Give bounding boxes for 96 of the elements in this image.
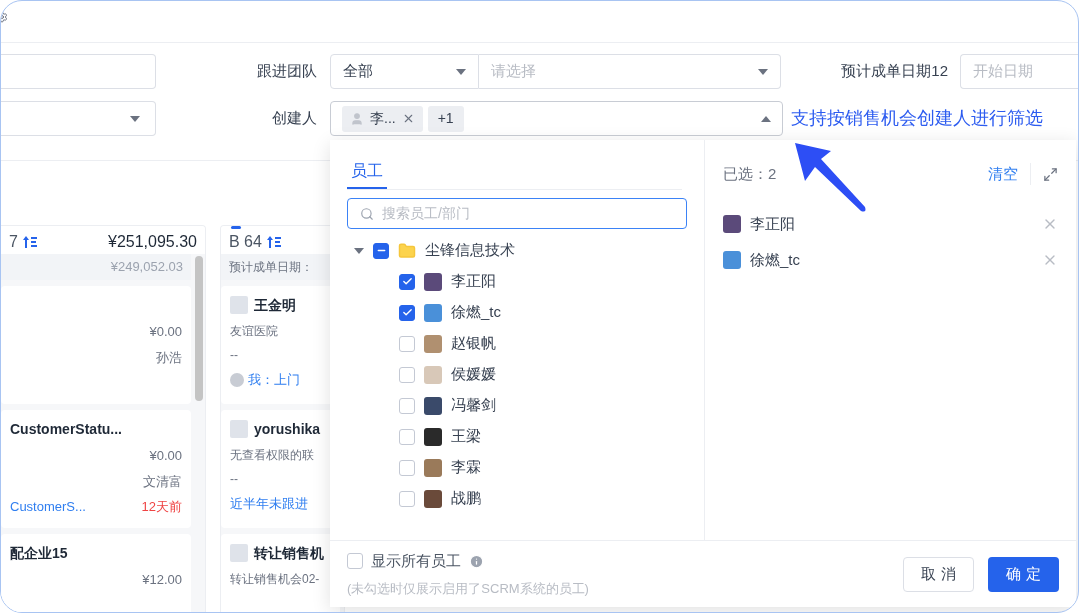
check-icon xyxy=(401,276,413,287)
tree-item[interactable]: 李霖 xyxy=(347,452,687,483)
card-title: CustomerStatu... xyxy=(10,419,122,439)
card-title: 转让销售机 xyxy=(254,543,324,563)
option-label[interactable]: 显示所有员工 xyxy=(371,550,461,573)
card-text: ¥0.00 xyxy=(149,447,182,465)
checkbox[interactable] xyxy=(399,335,415,352)
checkbox[interactable] xyxy=(399,366,415,383)
selected-tag[interactable]: 李... xyxy=(342,105,423,132)
deal-card[interactable]: 转让销售机 转让销售机会02- xyxy=(221,534,340,612)
column-title: B 64 xyxy=(229,232,262,252)
summary-text: ¥249,052.03 xyxy=(110,258,183,277)
selected-name: 李正阳 xyxy=(750,213,795,234)
deal-card[interactable]: 配企业15 ¥12.00 xyxy=(1,534,191,612)
deal-card[interactable]: CustomerStatu... ¥0.00 文清富 CustomerS... 12天前 xyxy=(1,410,191,528)
checkbox[interactable] xyxy=(399,304,415,321)
card-text: -- xyxy=(230,347,238,364)
summary-text: 预计成单日期： xyxy=(229,259,313,276)
card-text: ¥0.00 xyxy=(149,323,182,341)
sort-icon[interactable] xyxy=(265,235,282,249)
expand-caret-icon[interactable] xyxy=(354,247,364,254)
card-title: yorushika xyxy=(254,419,321,439)
follow-up-link[interactable]: 近半年未跟进 xyxy=(230,494,308,514)
card-text: 转让销售机会02- xyxy=(230,571,320,588)
caret-icon xyxy=(761,115,771,122)
caret-icon xyxy=(354,247,364,254)
avatar-photo xyxy=(723,251,741,269)
caret-icon xyxy=(130,115,140,122)
avatar-photo xyxy=(424,303,442,322)
avatar-photo xyxy=(424,396,442,415)
checkbox[interactable] xyxy=(399,490,415,507)
avatar-photo xyxy=(723,215,741,233)
card-text: 无查看权限的联 xyxy=(230,447,314,464)
avatar-photo xyxy=(424,458,442,477)
field-label: 创建人 xyxy=(271,108,318,129)
avatar-icon xyxy=(230,296,248,314)
hint-text: (未勾选时仅展示启用了SCRM系统的员工) xyxy=(347,579,589,598)
confirm-button[interactable]: 确 定 xyxy=(988,556,1059,592)
tree-item[interactable]: 侯媛媛 xyxy=(347,359,687,390)
avatar-photo xyxy=(424,489,442,508)
text-input[interactable] xyxy=(1,54,156,89)
sort-icon[interactable] xyxy=(21,235,38,249)
caret-icon xyxy=(758,68,768,75)
checkbox[interactable] xyxy=(399,459,415,476)
customer-link[interactable]: CustomerS... xyxy=(10,497,86,517)
search-icon xyxy=(360,206,374,221)
person-icon xyxy=(350,111,364,126)
avatar-photo xyxy=(424,365,442,384)
cancel-button[interactable]: 取 消 xyxy=(903,556,974,592)
clear-link[interactable]: 清空 xyxy=(988,162,1031,186)
avatar-icon xyxy=(230,420,248,438)
folder-icon xyxy=(398,241,416,260)
expand-icon[interactable] xyxy=(1043,166,1058,182)
avatar-photo xyxy=(424,272,442,291)
tree-item[interactable]: 赵银帆 xyxy=(347,328,687,359)
card-text: 友谊医院 xyxy=(230,323,278,340)
deal-card[interactable]: ¥0.00 孙浩 xyxy=(1,286,191,404)
card-text: -- xyxy=(230,471,238,488)
tree-item[interactable]: 战鹏 xyxy=(347,483,687,514)
avatar-icon xyxy=(230,544,248,562)
checkbox[interactable] xyxy=(399,273,415,290)
more-tag[interactable]: +1 xyxy=(427,105,464,132)
creator-select[interactable]: 李... +1 xyxy=(330,101,783,136)
check-icon xyxy=(401,307,413,318)
annotation-text: 支持按销售机会创建人进行筛选 xyxy=(791,107,1043,130)
field-label: 跟进团队 xyxy=(257,61,318,82)
checkbox[interactable] xyxy=(347,553,363,570)
activity-icon xyxy=(230,372,244,387)
selected-count: 已选：2 xyxy=(723,163,777,184)
checkbox[interactable] xyxy=(399,428,415,445)
card-title: 配企业15 xyxy=(10,543,68,563)
checkbox[interactable] xyxy=(399,397,415,414)
selected-name: 徐燃_tc xyxy=(750,249,800,270)
scrollbar-thumb[interactable] xyxy=(195,256,203,401)
tree-item[interactable]: 李正阳 xyxy=(347,266,687,297)
card-title: 王金明 xyxy=(254,295,296,315)
card-text: ¥12.00 xyxy=(142,571,182,589)
tree-item[interactable]: 冯馨剑 xyxy=(347,390,687,421)
card-text: 孙浩 xyxy=(156,348,182,367)
activity-text: 我：上门 xyxy=(248,371,300,389)
last-follow-time: 12天前 xyxy=(141,498,182,516)
avatar-photo xyxy=(424,334,442,353)
tree-item[interactable]: 尘锋信息技术 xyxy=(347,235,687,266)
tree-item[interactable]: 徐燃_tc xyxy=(347,297,687,328)
card-text: 文清富 xyxy=(143,472,182,491)
field-label: 预计成单日期12 xyxy=(841,61,948,82)
column-total: ¥251,095.30 xyxy=(108,232,197,252)
scope-select[interactable]: 全部 xyxy=(330,54,479,89)
tree-item[interactable]: 王梁 xyxy=(347,421,687,452)
dropdown-select[interactable] xyxy=(1,101,156,136)
picker-tab[interactable]: 员工 xyxy=(347,140,387,189)
avatar-photo xyxy=(424,427,442,446)
checkbox[interactable] xyxy=(373,242,389,259)
caret-icon xyxy=(456,68,466,75)
info-icon[interactable] xyxy=(469,553,484,569)
column-title: 7 xyxy=(9,232,18,252)
